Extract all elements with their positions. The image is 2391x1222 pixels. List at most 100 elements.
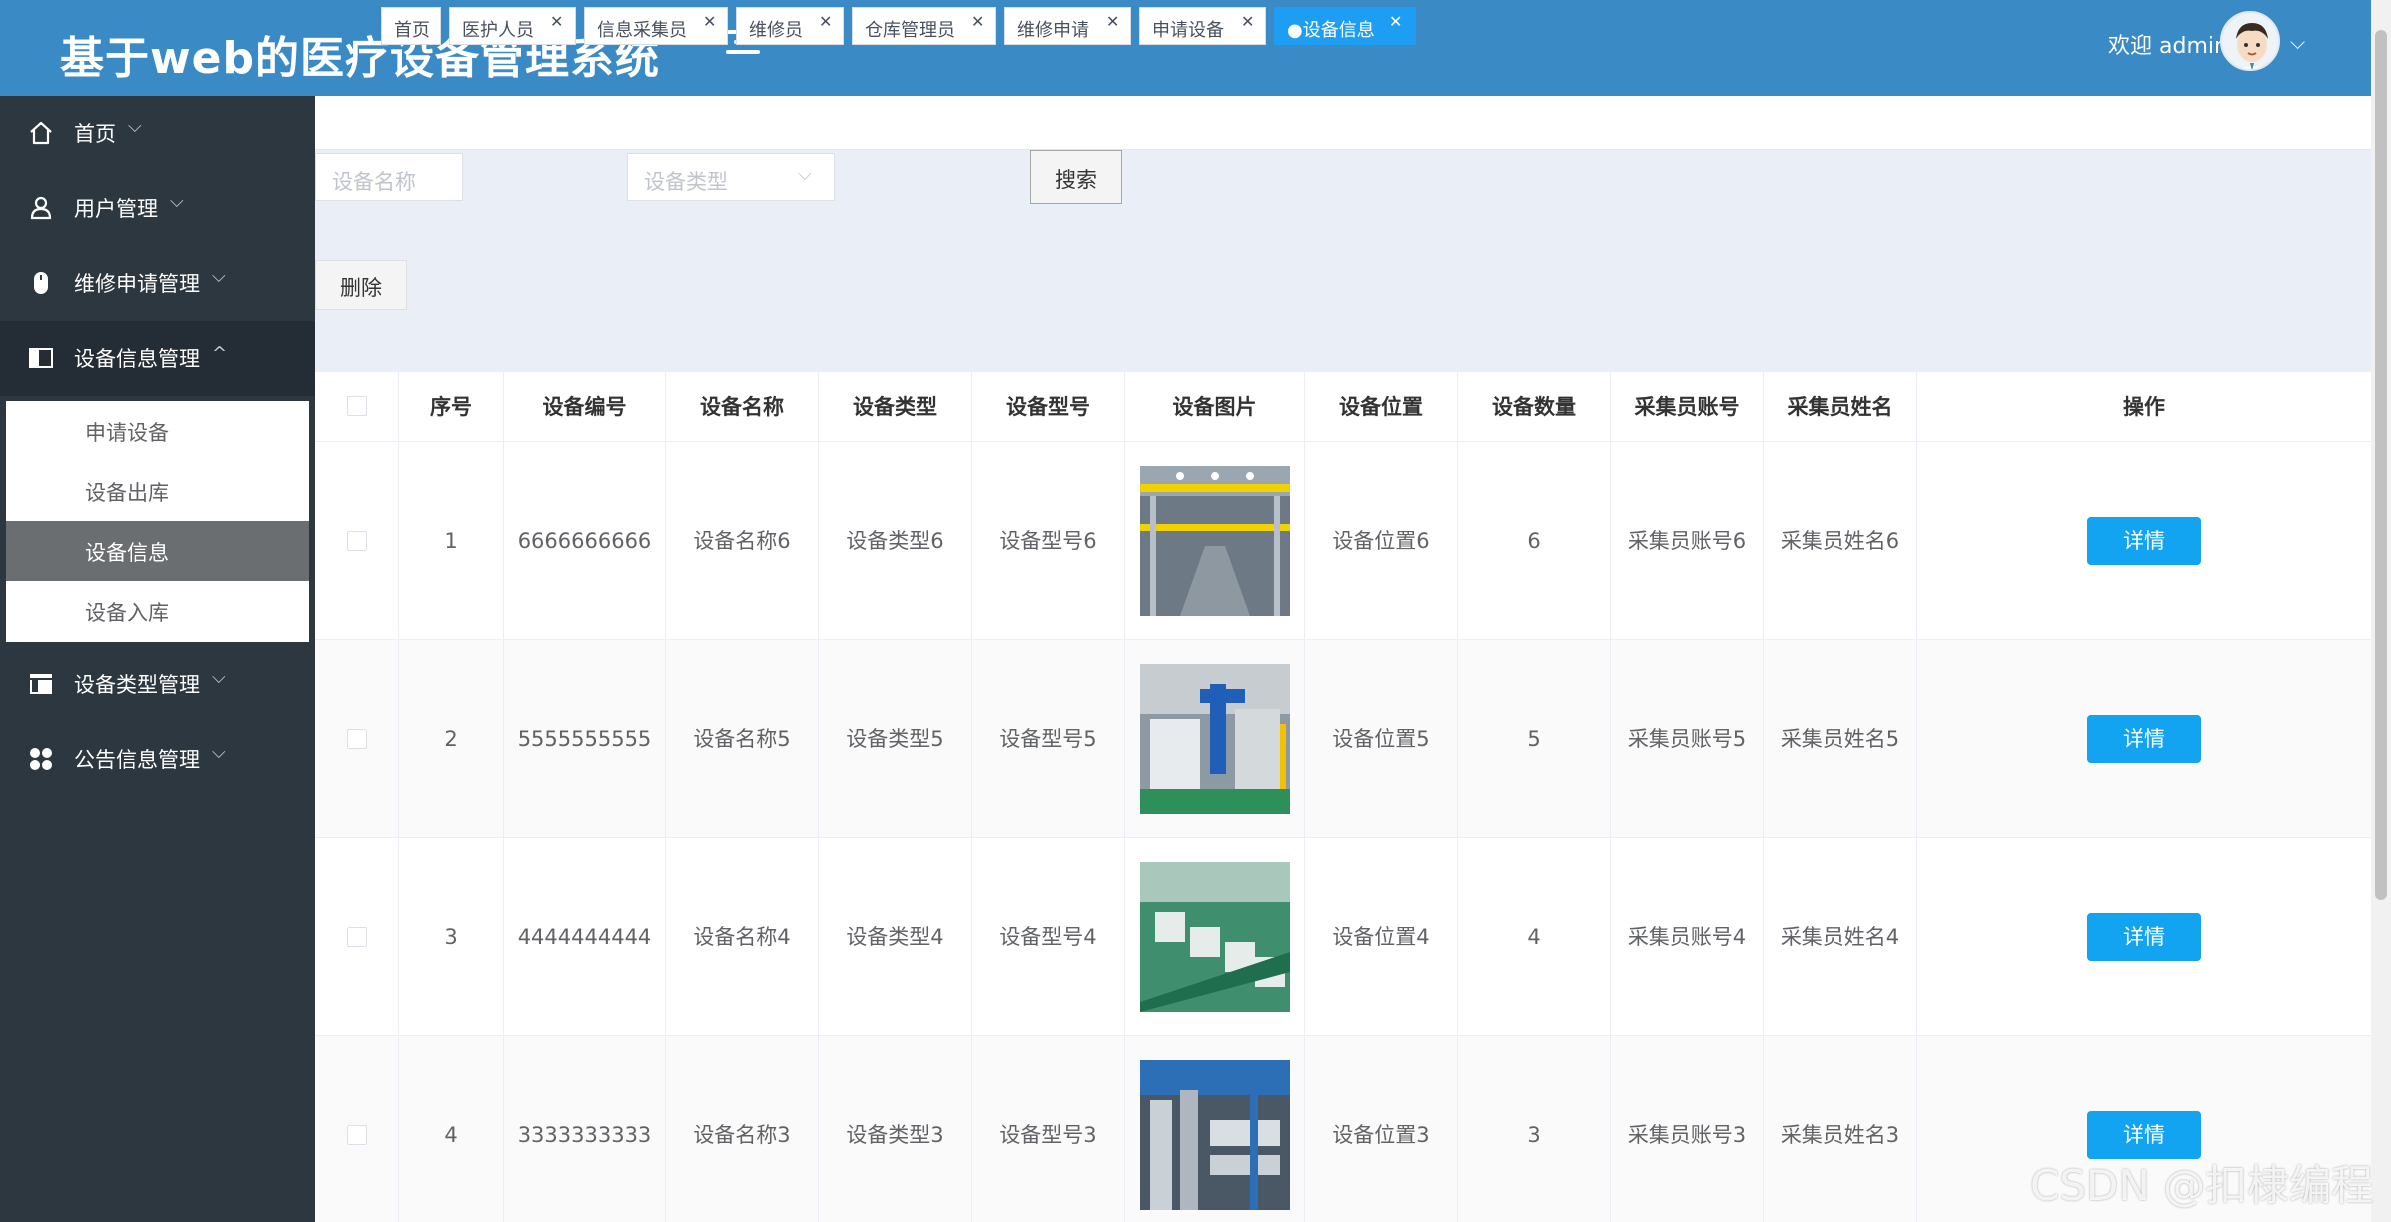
cell-image	[1125, 442, 1305, 640]
cell-actions: 详情	[1917, 640, 2371, 838]
tag-warehouse-manager[interactable]: 仓库管理员 ✕	[852, 7, 996, 45]
close-icon[interactable]: ✕	[550, 12, 563, 31]
close-icon[interactable]: ✕	[1106, 12, 1119, 31]
delete-button-label: 删除	[340, 276, 382, 300]
table-icon	[28, 671, 54, 697]
scrollbar-thumb[interactable]	[2375, 30, 2387, 900]
tag-medical-staff[interactable]: 医护人员 ✕	[449, 7, 576, 45]
cell-code: 5555555555	[504, 640, 666, 838]
table-row: 2 5555555555 设备名称5 设备类型5 设备型号5 设备位置5 5 采…	[315, 640, 2371, 838]
device-name-input[interactable]: 设备名称	[315, 153, 463, 201]
cell-collector-account: 采集员账号4	[1611, 838, 1764, 1036]
cell-index: 1	[399, 442, 504, 640]
sidebar-item-home[interactable]: 首页 ⌵	[0, 96, 315, 171]
submenu-item-device-info[interactable]: 设备信息	[6, 521, 309, 581]
tag-label: 申请设备	[1152, 20, 1224, 41]
search-button[interactable]: 搜索	[1030, 150, 1122, 204]
tag-device-info[interactable]: ●设备信息 ✕	[1274, 7, 1416, 45]
chevron-down-icon[interactable]: ⌵	[2290, 30, 2305, 54]
submenu-item-device-outbound[interactable]: 设备出库	[6, 461, 309, 521]
cell-collector-name: 采集员姓名5	[1764, 640, 1917, 838]
chevron-down-icon: ⌵	[128, 116, 142, 137]
close-icon[interactable]: ✕	[819, 12, 832, 31]
close-icon[interactable]: ✕	[1389, 12, 1402, 31]
row-select-cell	[315, 640, 399, 838]
tag-collector[interactable]: 信息采集员 ✕	[584, 7, 728, 45]
row-checkbox[interactable]	[347, 1125, 367, 1145]
row-select-cell	[315, 442, 399, 640]
detail-button[interactable]: 详情	[2087, 913, 2201, 961]
tag-repair-request[interactable]: 维修申请 ✕	[1004, 7, 1131, 45]
select-all-checkbox[interactable]	[347, 396, 367, 416]
cell-collector-account: 采集员账号6	[1611, 442, 1764, 640]
row-select-cell	[315, 1036, 399, 1222]
close-icon[interactable]: ✕	[971, 12, 984, 31]
close-icon[interactable]: ✕	[1241, 12, 1254, 31]
column-header: 采集员姓名	[1764, 372, 1917, 442]
cell-model: 设备型号3	[972, 1036, 1125, 1222]
avatar[interactable]	[2220, 11, 2280, 71]
cell-model: 设备型号4	[972, 838, 1125, 1036]
chevron-down-icon: ⌵	[212, 742, 226, 763]
tag-label: 仓库管理员	[865, 20, 955, 41]
device-type-placeholder: 设备类型	[644, 170, 728, 194]
select-all-header	[315, 372, 399, 442]
submenu-item-device-inbound[interactable]: 设备入库	[6, 581, 309, 641]
sidebar-item-users[interactable]: 用户管理 ⌵	[0, 171, 315, 246]
row-checkbox[interactable]	[347, 531, 367, 551]
sidebar-item-device-info[interactable]: 设备信息管理 ^	[0, 321, 315, 396]
device-image	[1140, 1060, 1290, 1210]
column-header: 设备型号	[972, 372, 1125, 442]
detail-button[interactable]: 详情	[2087, 715, 2201, 763]
device-table: 序号 设备编号 设备名称 设备类型 设备型号 设备图片 设备位置 设备数量 采集…	[315, 372, 2371, 1222]
cell-code: 3333333333	[504, 1036, 666, 1222]
vertical-scrollbar[interactable]	[2371, 0, 2391, 1222]
cell-quantity: 3	[1458, 1036, 1611, 1222]
device-image	[1140, 664, 1290, 814]
cell-index: 3	[399, 838, 504, 1036]
cell-type: 设备类型6	[819, 442, 972, 640]
cell-quantity: 6	[1458, 442, 1611, 640]
device-image	[1140, 466, 1290, 616]
mouse-icon	[28, 270, 54, 296]
sidebar-item-notice[interactable]: 公告信息管理 ⌵	[0, 722, 315, 797]
book-icon	[28, 345, 54, 371]
submenu-item-apply-device[interactable]: 申请设备	[6, 401, 309, 461]
sidebar-item-repair[interactable]: 维修申请管理 ⌵	[0, 246, 315, 321]
detail-button[interactable]: 详情	[2087, 517, 2201, 565]
tag-label: 首页	[394, 20, 430, 41]
device-type-select[interactable]: 设备类型 ⌵	[627, 153, 835, 201]
cell-collector-name: 采集员姓名6	[1764, 442, 1917, 640]
cell-quantity: 5	[1458, 640, 1611, 838]
tag-apply-device[interactable]: 申请设备 ✕	[1139, 7, 1266, 45]
tag-label: 维修申请	[1017, 20, 1089, 41]
submenu-item-label: 设备入库	[85, 601, 169, 625]
cell-model: 设备型号6	[972, 442, 1125, 640]
submenu-device-info: 申请设备 设备出库 设备信息 设备入库	[6, 401, 309, 642]
sidebar-item-device-type[interactable]: 设备类型管理 ⌵	[0, 647, 315, 722]
tag-repairer[interactable]: 维修员 ✕	[736, 7, 844, 45]
cell-collector-account: 采集员账号5	[1611, 640, 1764, 838]
row-select-cell	[315, 838, 399, 1036]
cell-image	[1125, 838, 1305, 1036]
row-checkbox[interactable]	[347, 927, 367, 947]
column-header: 设备数量	[1458, 372, 1611, 442]
column-header: 设备图片	[1125, 372, 1305, 442]
sidebar-item-label: 首页	[74, 122, 116, 146]
cell-collector-name: 采集员姓名3	[1764, 1036, 1917, 1222]
chevron-down-icon: ⌵	[212, 667, 226, 688]
sidebar-item-label: 维修申请管理	[74, 272, 200, 296]
cell-actions: 详情	[1917, 442, 2371, 640]
row-checkbox[interactable]	[347, 729, 367, 749]
search-button-label: 搜索	[1055, 168, 1097, 192]
cell-name: 设备名称6	[666, 442, 819, 640]
cell-name: 设备名称4	[666, 838, 819, 1036]
chevron-down-icon: ⌵	[170, 191, 184, 212]
tag-home[interactable]: 首页	[381, 7, 441, 45]
table-row: 3 4444444444 设备名称4 设备类型4 设备型号4 设备位置4 4 采…	[315, 838, 2371, 1036]
cell-location: 设备位置5	[1305, 640, 1458, 838]
close-icon[interactable]: ✕	[703, 12, 716, 31]
cell-quantity: 4	[1458, 838, 1611, 1036]
delete-button[interactable]: 删除	[315, 260, 407, 310]
user-icon	[28, 195, 54, 221]
